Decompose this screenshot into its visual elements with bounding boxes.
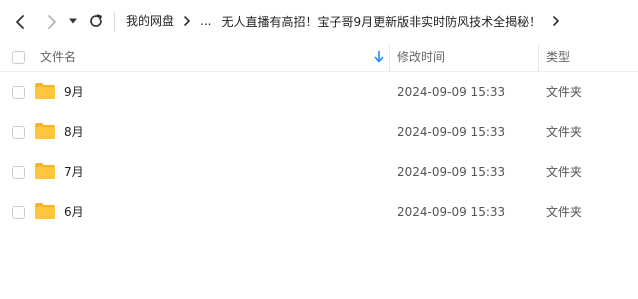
table-row[interactable]: 8月 2024-09-09 15:33 文件夹 bbox=[0, 112, 638, 152]
breadcrumb-ellipsis[interactable]: ... bbox=[200, 14, 211, 28]
row-type: 文件夹 bbox=[546, 205, 583, 219]
chevron-right-icon bbox=[48, 15, 56, 29]
row-name: 7月 bbox=[64, 165, 84, 179]
folder-icon bbox=[35, 123, 55, 139]
select-all-checkbox[interactable] bbox=[12, 51, 25, 64]
row-name: 9月 bbox=[64, 85, 84, 99]
back-button[interactable] bbox=[8, 10, 32, 34]
column-header-type[interactable]: 类型 bbox=[546, 42, 570, 72]
history-dropdown-button[interactable] bbox=[66, 14, 80, 28]
column-header-name[interactable]: 文件名 bbox=[40, 42, 76, 72]
sort-down-arrow-icon[interactable] bbox=[373, 50, 385, 64]
column-divider[interactable] bbox=[389, 45, 390, 71]
table-row[interactable]: 6月 2024-09-09 15:33 文件夹 bbox=[0, 192, 638, 232]
breadcrumb-end-chevron-icon[interactable] bbox=[549, 11, 563, 31]
row-modified: 2024-09-09 15:33 bbox=[397, 205, 506, 219]
folder-icon bbox=[35, 83, 55, 99]
refresh-button[interactable] bbox=[86, 11, 106, 31]
breadcrumb-current: 无人直播有高招！宝子哥9月更新版非实时防风技术全揭秘！ bbox=[221, 14, 542, 29]
column-header-modified[interactable]: 修改时间 bbox=[397, 42, 445, 72]
breadcrumb-root[interactable]: 我的网盘 bbox=[126, 11, 174, 31]
toolbar-divider bbox=[114, 12, 115, 32]
row-checkbox[interactable] bbox=[12, 206, 25, 219]
caret-down-icon bbox=[69, 18, 77, 24]
table-row[interactable]: 7月 2024-09-09 15:33 文件夹 bbox=[0, 152, 638, 192]
breadcrumb-separator-icon bbox=[180, 11, 194, 31]
toolbar: 我的网盘 ... 无人直播有高招！宝子哥9月更新版非实时防风技术全揭秘！ bbox=[0, 0, 638, 42]
row-name: 8月 bbox=[64, 125, 84, 139]
row-checkbox[interactable] bbox=[12, 86, 25, 99]
table-header: 文件名 修改时间 类型 bbox=[0, 42, 638, 72]
row-modified: 2024-09-09 15:33 bbox=[397, 125, 506, 139]
row-checkbox[interactable] bbox=[12, 166, 25, 179]
row-type: 文件夹 bbox=[546, 165, 583, 179]
chevron-left-icon bbox=[16, 15, 24, 29]
row-type: 文件夹 bbox=[546, 125, 583, 139]
table-row[interactable]: 9月 2024-09-09 15:33 文件夹 bbox=[0, 72, 638, 112]
breadcrumb: 我的网盘 ... 无人直播有高招！宝子哥9月更新版非实时防风技术全揭秘！ bbox=[126, 11, 569, 31]
column-divider[interactable] bbox=[538, 45, 539, 71]
forward-button[interactable] bbox=[40, 10, 64, 34]
row-name: 6月 bbox=[64, 205, 84, 219]
refresh-icon bbox=[90, 14, 102, 27]
row-modified: 2024-09-09 15:33 bbox=[397, 165, 506, 179]
folder-icon bbox=[35, 163, 55, 179]
folder-icon bbox=[35, 203, 55, 219]
row-checkbox[interactable] bbox=[12, 126, 25, 139]
row-modified: 2024-09-09 15:33 bbox=[397, 85, 506, 99]
row-type: 文件夹 bbox=[546, 85, 583, 99]
